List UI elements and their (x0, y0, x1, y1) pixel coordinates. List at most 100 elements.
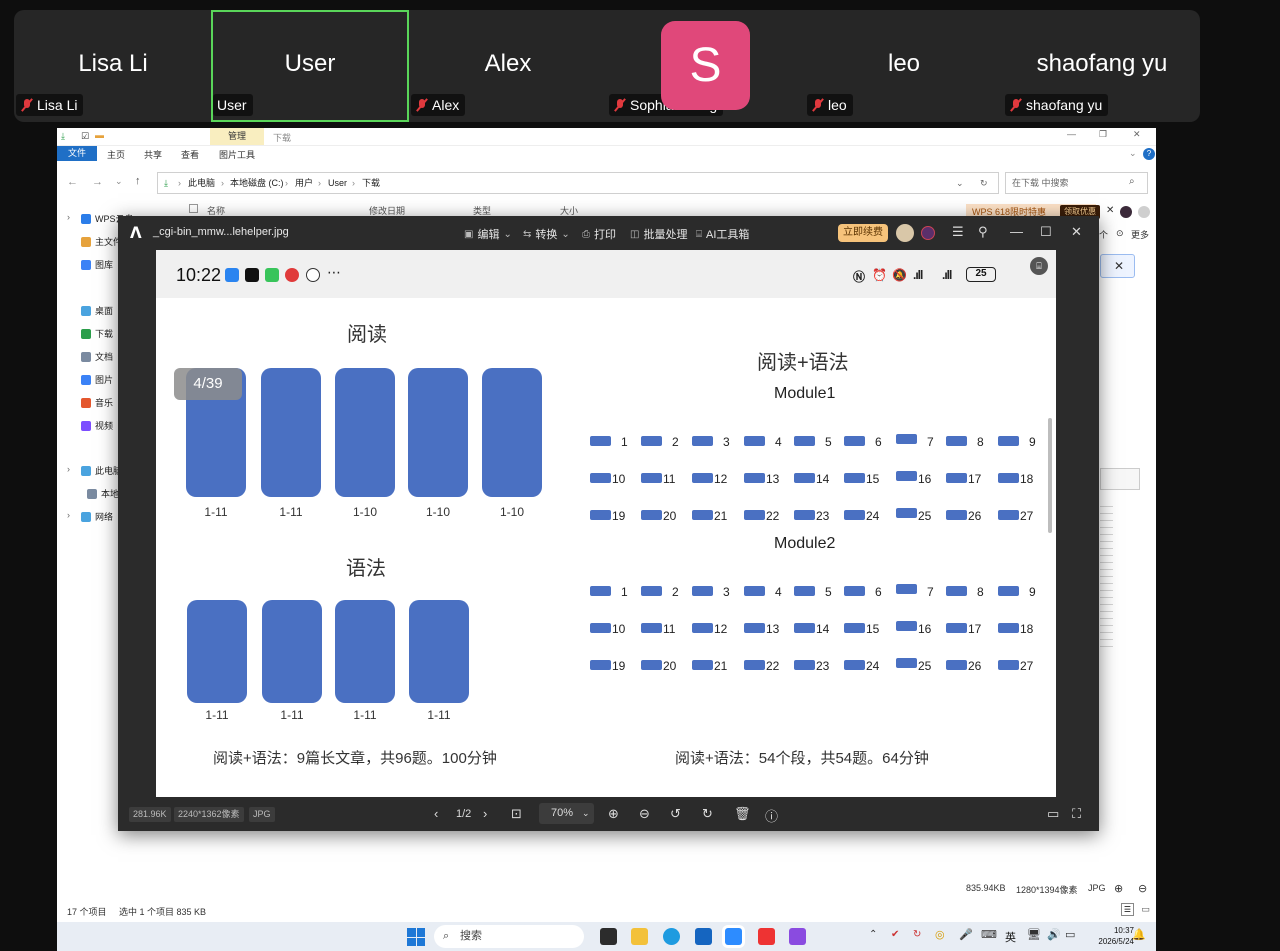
zoom-out-icon[interactable]: ⊖ (1138, 882, 1147, 895)
restore-button[interactable]: ❐ (1099, 129, 1107, 140)
info-icon[interactable]: ⓘ (765, 806, 778, 825)
minimize-button[interactable]: — (1067, 129, 1076, 139)
prev-page-icon[interactable]: ‹ (434, 806, 438, 821)
zoom-out-icon[interactable]: ⊖ (639, 806, 650, 822)
up-icon[interactable]: ↑ (135, 175, 141, 187)
tray-circle-icon[interactable]: ◎ (935, 928, 945, 941)
crumb-this-pc[interactable]: 此电脑 (188, 173, 215, 193)
address-bar[interactable]: ⤓ › 此电脑 › 本地磁盘 (C:) › 用户 › User › 下载 ⌄ ↻ (157, 172, 999, 194)
nav-item[interactable]: 图片 (81, 373, 113, 386)
crumb-user[interactable]: User (328, 173, 347, 193)
participant-tile[interactable]: Lisa Li Lisa Li (14, 10, 212, 122)
edge-icon[interactable] (663, 928, 680, 945)
slide-scrollbar[interactable] (1048, 418, 1052, 533)
chevron-right-icon[interactable]: › (67, 212, 70, 222)
batch-button[interactable]: ◫ 批量处理 (630, 226, 687, 242)
nav-item[interactable]: 此电脑 (81, 464, 122, 477)
wps-icon[interactable] (758, 928, 775, 945)
close-button[interactable]: ✕ (1133, 129, 1141, 140)
crumb-local-disk[interactable]: 本地磁盘 (C:) (230, 173, 284, 193)
close-button[interactable]: ✕ (1071, 224, 1082, 240)
volume-icon[interactable]: 🔊 (1047, 928, 1061, 941)
delete-icon[interactable]: 🗑 (734, 806, 751, 822)
menu-icon[interactable]: ☰ (952, 224, 964, 240)
taskbar-search[interactable]: ⌕ 搜索 (434, 925, 584, 948)
address-dropdown-icon[interactable]: ⌄ (956, 173, 964, 193)
tray-sync-icon[interactable]: ↻ (913, 929, 921, 940)
help-icon[interactable]: ? (1143, 148, 1155, 160)
close-banner-icon[interactable]: ✕ (1106, 205, 1114, 216)
rotate-left-icon[interactable]: ↺ (670, 806, 681, 822)
participant-tile[interactable]: shaofang yu shaofang yu (1003, 10, 1201, 122)
next-page-icon[interactable]: › (483, 806, 487, 821)
tab-picture-tools[interactable]: 图片工具 (219, 148, 255, 162)
image-viewer-icon[interactable] (789, 928, 806, 945)
recent-icon[interactable]: ⌄ (115, 176, 123, 187)
forward-icon[interactable]: → (92, 176, 103, 188)
nav-item[interactable]: 桌面 (81, 304, 113, 317)
tray-app-icon[interactable]: ✔ (891, 929, 899, 940)
ribbon-expand-icon[interactable]: ⌄ (1129, 148, 1137, 159)
nav-item[interactable]: 视频 (81, 419, 113, 432)
file-explorer-icon[interactable] (631, 928, 648, 945)
rotate-right-icon[interactable]: ↻ (702, 806, 713, 822)
clock[interactable]: 10:37 2026/5/24 (1098, 925, 1134, 947)
network-icon[interactable]: 🖥 (1027, 928, 1041, 941)
chevron-right-icon[interactable]: › (67, 464, 70, 474)
fullscreen-icon[interactable]: ⛶ (1072, 806, 1081, 822)
convert-button[interactable]: ⇆ 转换 ⌄ (523, 226, 570, 242)
crumb-users[interactable]: 用户 (295, 173, 313, 193)
preview-close-box[interactable]: ✕ (1100, 254, 1135, 278)
tray-chevron-icon[interactable]: ⌃ (869, 929, 877, 940)
tray-mic-icon[interactable]: 🎤 (959, 928, 973, 941)
minimize-button[interactable]: — (1010, 224, 1023, 239)
more-button[interactable]: 更多 (1131, 228, 1149, 241)
participant-tile[interactable]: Alex Alex (409, 10, 607, 122)
outlook-icon[interactable] (695, 928, 712, 945)
fit-icon[interactable]: ⊡ (511, 806, 522, 822)
close-icon[interactable]: ✕ (1114, 259, 1124, 273)
keyboard-icon[interactable]: ⌨ (981, 928, 997, 941)
battery-tray-icon[interactable]: ▭ (1065, 928, 1075, 941)
edit-button[interactable]: ▣ 编辑 ⌄ (464, 226, 512, 242)
nav-item[interactable]: 音乐 (81, 396, 113, 409)
zoom-select[interactable]: 70% ⌄ (539, 803, 594, 824)
avatar[interactable] (1138, 206, 1150, 218)
zoom-icon[interactable] (725, 928, 742, 945)
nav-item[interactable]: 图库 (81, 258, 113, 271)
pin-icon[interactable]: ⚲ (978, 224, 988, 240)
back-icon[interactable]: ← (67, 176, 78, 188)
crumb-downloads[interactable]: 下载 (362, 173, 380, 193)
more-icon[interactable]: ⊙ (1116, 228, 1124, 239)
notification-icon[interactable]: 🔔 (1132, 928, 1146, 941)
tab-view[interactable]: 查看 (181, 148, 199, 162)
checkbox-icon[interactable]: ☑ (81, 131, 89, 142)
task-view-icon[interactable] (600, 928, 617, 945)
nav-item[interactable]: 文档 (81, 350, 113, 363)
maximize-button[interactable]: ☐ (1040, 224, 1052, 240)
participant-tile[interactable]: leo leo (805, 10, 1003, 122)
zoom-in-icon[interactable]: ⊕ (608, 806, 619, 822)
chevron-right-icon[interactable]: › (67, 510, 70, 520)
thumbnail-icon[interactable]: ▭ (1047, 806, 1059, 822)
nav-item[interactable]: 下载 (81, 327, 113, 340)
user-avatar[interactable] (896, 224, 914, 242)
participant-tile[interactable]: User User (211, 10, 409, 122)
start-icon[interactable] (407, 928, 425, 946)
refresh-icon[interactable]: ↻ (980, 173, 988, 193)
renew-button[interactable]: 立即续费 (838, 224, 888, 242)
details-view-icon[interactable]: ☰ (1121, 903, 1134, 916)
ai-toolbox-button[interactable]: ⌸ AI工具箱 (696, 226, 749, 242)
select-all-checkbox[interactable] (189, 204, 198, 213)
tiles-view-icon[interactable]: ▭ (1139, 903, 1152, 916)
ocr-icon[interactable]: ⌸ (1030, 257, 1048, 275)
ime-indicator[interactable]: 英 (1005, 929, 1016, 945)
search-input[interactable]: 在下载 中搜索 (1005, 172, 1148, 194)
print-button[interactable]: ⎙ 打印 (582, 226, 616, 242)
manage-tab[interactable]: 管理 (210, 128, 264, 145)
zoom-in-icon[interactable]: ⊕ (1114, 882, 1123, 895)
tab-home[interactable]: 主页 (107, 148, 125, 162)
nav-item[interactable]: 网络 (81, 510, 113, 523)
tab-file[interactable]: 文件 (57, 146, 97, 161)
tab-share[interactable]: 共享 (144, 148, 162, 162)
